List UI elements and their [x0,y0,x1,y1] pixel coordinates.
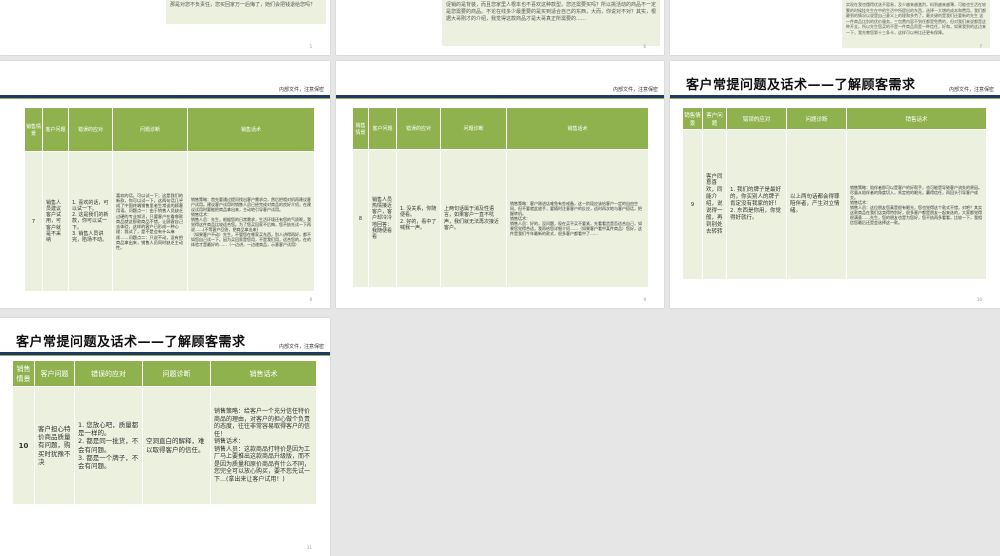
col-scene: 销售情景 [12,360,35,387]
page-number: 7 [979,44,982,49]
confidential-label: 内部文件，注意保密 [612,87,658,93]
col-script: 销售话术 [846,107,987,130]
script-cell: 销售策略：给客户一个充分信任特价商品的理由，对客户的担心做个负责的态度，往往非常… [210,386,317,505]
slide-6-partial: 促销的是背装，而且您家里人根本也不喜欢这种款型。您还需要买吗？所以挑活动的商品不… [336,0,664,55]
header-divider [0,95,330,99]
script-cell: 销售策略：首先要通过提问找出客户需求点，然后把相对机再建议客户试用。建议客户试用… [187,151,315,292]
wrong-cell: 1. 您放心吧，质量都是一样的。 2. 都是同一批货，不会有问题。 3. 都是一… [74,386,143,505]
slide-row-7: 内部文件，注意保密 销售情景 客户问题 错误的应对 问题诊断 销售话术 7 销售… [0,61,330,308]
question-cell: 销售人员热情接近客户，客户却冷冷地回答：我随便看看 [368,149,397,288]
table-row: 9 客户同意喜欢，同能介绍，说说得一般，再到别处去转转 1. 我们的牌子是最好的… [682,129,987,280]
question-cell: 客户担心特价商品质量有问题，购买时犹豫不决 [34,386,75,505]
wrong-cell: 1. 喜欢的话，可以试一下。 2. 这是我们的新款，你可以试一下。 3. 销售人… [68,151,113,292]
col-diagnosis: 问题诊断 [142,360,211,387]
col-wrong: 错误的应对 [68,107,113,152]
col-wrong: 错误的应对 [726,107,787,130]
qa-table: 销售情景 客户问题 错误的应对 问题诊断 销售话术 8 销售人员热情接近客户，客… [352,107,649,288]
header-divider [670,95,1000,99]
diagnosis-cell: 空洞直白的解释，难以取得客户的信任。 [142,386,211,505]
slide-7-snippet: 实现在我也懂得优选不容易，及少越来越激烈，料到越来越薄，可能也生活在较繁的时候挂… [842,0,990,48]
confidential-label: 内部文件，注意保密 [948,87,994,93]
col-diagnosis: 问题诊断 [112,107,188,152]
wrong-cell: 1. 我们的牌子是最好的，你买别人的牌子肯定没有我家的好！ 2. 东西是你用，你… [726,129,787,280]
section-title: 客户常提问题及话术——了解顾客需求 [16,335,246,350]
col-scene: 销售情景 [682,107,703,130]
slide-5-partial: 那是对您不负责任，您买回家万一后悔了，她们会把钱退给您吗？ 5 [0,0,330,55]
scene-number: 8 [352,149,369,288]
page-number: 10 [976,297,982,302]
script-cell: 销售策略：客户刚进店难免有些戒备，这一阶段应该给客户一定的自由空间，但不要就此放… [506,149,649,288]
slide-7-partial: 实现在我也懂得优选不容易，及少越来越激烈，料到越来越薄，可能也生活在较繁的时候挂… [670,0,1000,55]
scene-number: 7 [24,151,43,292]
table-row: 8 销售人员热情接近客户，客户却冷冷地回答：我随便看看 1. 没关系，你随便看。… [352,149,649,288]
page-number: 11 [306,545,312,550]
slide-row-10: 客户常提问题及话术——了解顾客需求 内部文件，注意保密 销售情景 客户问题 错误… [0,318,330,556]
page-number: 8 [309,297,312,302]
col-scene: 销售情景 [352,107,369,150]
table-row: 10 客户担心特价商品质量有问题，购买时犹豫不决 1. 您放心吧，质量都是一样的… [12,386,317,505]
scene-number: 9 [682,129,703,280]
col-script: 销售话术 [187,107,315,152]
col-script: 销售话术 [506,107,649,150]
confidential-label: 内部文件，注意保密 [278,344,324,350]
script-cell: 销售策略：陪伴者即可以是客户的好帮手，也可能是导致客户流失的原因。尽量从陪伴者的… [846,129,987,280]
qa-table: 销售情景 客户问题 错误的应对 问题诊断 销售话术 9 客户同意喜欢，同能介绍，… [682,107,987,280]
page-number: 6 [643,44,646,49]
question-cell: 客户同意喜欢，同能介绍，说说得一般，再到别处去转转 [702,129,727,280]
slide-row-8: 内部文件，注意保密 销售情景 客户问题 错误的应对 问题诊断 销售话术 8 销售… [336,61,664,308]
table-row: 7 销售人员建议客户试用，可客户就是不采纳 1. 喜欢的话，可以试一下。 2. … [24,151,315,292]
qa-table: 销售情景 客户问题 错误的应对 问题诊断 销售话术 7 销售人员建议客户试用，可… [24,107,315,292]
slide-row-9: 客户常提问题及话术——了解顾客需求 内部文件，注意保密 销售情景 客户问题 错误… [670,61,1000,308]
slide-6-snippet: 促销的是背装，而且您家里人根本也不喜欢这种款型。您还需要买吗？所以挑活动的商品不… [442,0,660,46]
wrong-cell: 1. 没关系，你随便看。 2. 好的，看中了喊我一声。 [396,149,441,288]
col-scene: 销售情景 [24,107,43,152]
col-question: 客户问题 [42,107,69,152]
diagnosis-cell: 喜欢的话，可以试一下；这是我们的新款，你可以试一下。这两句话几乎成了中国终端销售… [112,151,188,292]
col-diagnosis: 问题诊断 [786,107,847,130]
question-cell: 销售人员建议客户试用，可客户就是不采纳 [42,151,69,292]
col-wrong: 错误的应对 [74,360,143,387]
slide-5-snippet: 那是对您不负责任，您买回家万一后悔了，她们会把钱退给您吗？ [166,0,326,24]
col-wrong: 错误的应对 [396,107,441,150]
diagnosis-cell: 上两句话属于消及性语言，如果客户一直不吭声，我们就无法再次接近客户。 [440,149,507,288]
col-question: 客户问题 [702,107,727,130]
page-number: 5 [309,44,312,49]
header-divider [0,352,330,356]
confidential-label: 内部文件，注意保密 [278,87,324,93]
diagnosis-cell: 以上两句话都会得罪陪伴者，产生对立情绪。 [786,129,847,280]
col-question: 客户问题 [368,107,397,150]
section-title: 客户常提问题及话术——了解顾客需求 [686,78,916,93]
qa-table: 销售情景 客户问题 错误的应对 问题诊断 销售话术 10 客户担心特价商品质量有… [12,360,317,505]
col-question: 客户问题 [34,360,75,387]
col-script: 销售话术 [210,360,317,387]
col-diagnosis: 问题诊断 [440,107,507,150]
page-number: 9 [643,297,646,302]
header-divider [336,95,664,99]
scene-number: 10 [12,386,35,505]
